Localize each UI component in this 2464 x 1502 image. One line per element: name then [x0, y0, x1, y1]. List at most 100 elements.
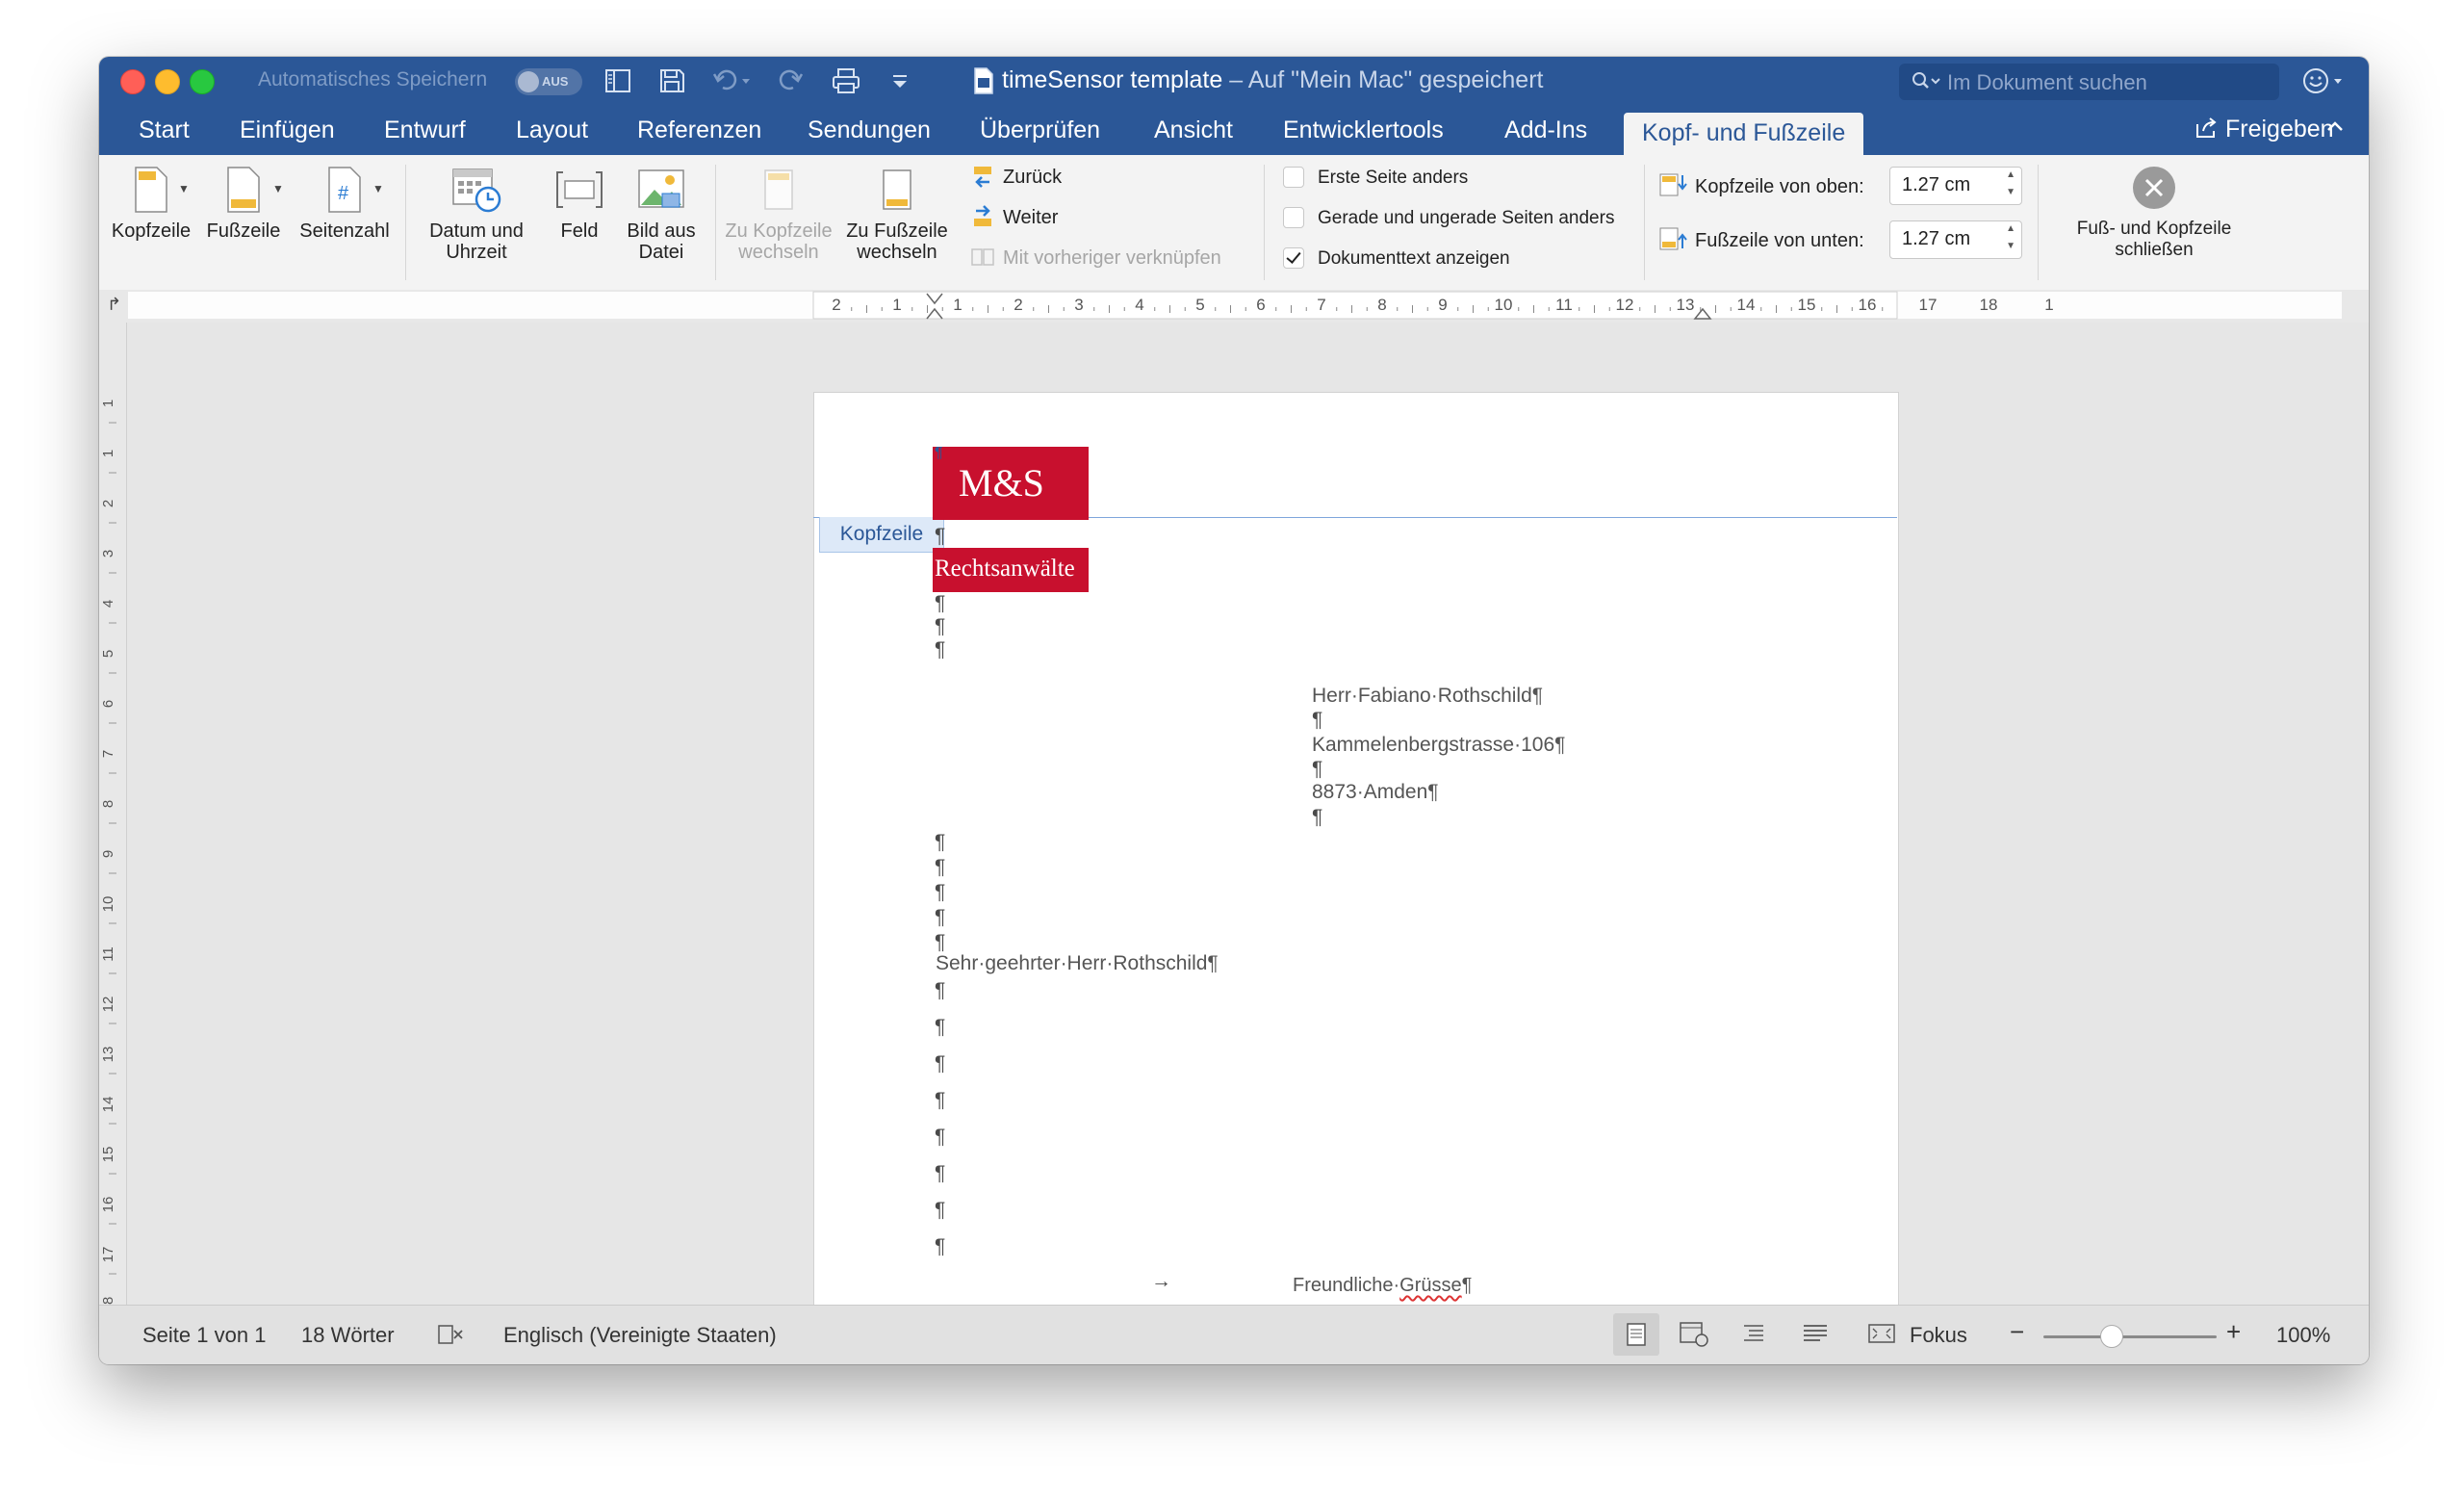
print-icon[interactable] [831, 66, 861, 95]
tab-einfuegen[interactable]: Einfügen [240, 117, 335, 144]
tab-ansicht[interactable]: Ansicht [1154, 117, 1233, 144]
tab-entwicklertools[interactable]: Entwicklertools [1283, 117, 1444, 144]
zoom-level[interactable]: 100% [2276, 1323, 2330, 1348]
search-box[interactable] [1899, 64, 2279, 100]
zoom-slider-knob[interactable] [2100, 1325, 2123, 1348]
zoom-window-button[interactable] [190, 69, 215, 94]
logo-ms[interactable]: M&S [933, 447, 1089, 520]
tab-ueberpruefen[interactable]: Überprüfen [980, 117, 1100, 144]
close-window-button[interactable] [120, 69, 145, 94]
page-number-button[interactable]: # Seitenzahl [292, 165, 398, 242]
salutation[interactable]: Sehr·geehrter·Herr·Rothschild¶ [936, 952, 1219, 975]
odd-even-different-checkbox[interactable]: Gerade und ungerade Seiten anders [1283, 207, 1614, 229]
pilcrow: ¶ [935, 638, 946, 660]
next-label: Weiter [1003, 207, 1059, 228]
search-input[interactable] [1945, 67, 2267, 98]
address-street[interactable]: Kammelenbergstrasse·106¶ [1312, 734, 1565, 757]
page-number-dropdown-icon[interactable]: ▼ [372, 182, 384, 195]
logo-rechtsanwaelte[interactable]: Rechtsanwälte [933, 548, 1089, 592]
proofing-icon[interactable] [436, 1323, 465, 1352]
vertical-ruler[interactable]: 1 1 2 3 4 5 6 7 8 9 10 11 12 13 14 15 16 17 18 [99, 323, 127, 1305]
feedback-smiley-icon[interactable] [2301, 65, 2349, 102]
collapse-ribbon-icon[interactable] [2325, 118, 2345, 139]
share-label: Freigeben [2225, 116, 2334, 142]
tab-layout[interactable]: Layout [516, 117, 588, 144]
header-from-top-stepper[interactable]: ▲▼ [1889, 167, 2022, 205]
goto-footer-button[interactable]: Zu Fußzeile wechseln [838, 165, 956, 263]
stepper-down-icon[interactable]: ▼ [2006, 187, 2015, 197]
footer-button[interactable]: Fußzeile [199, 165, 288, 242]
tab-start[interactable]: Start [139, 117, 190, 144]
outline-view-button[interactable] [1740, 1319, 1769, 1353]
tab-arrow: → [1151, 1270, 1171, 1292]
focus-mode-button[interactable] [1866, 1319, 1897, 1348]
stepper-down-icon[interactable]: ▼ [2006, 241, 2015, 251]
close-header-footer-button[interactable]: Fuß- und Kopfzeile schließen [2053, 163, 2255, 261]
checkbox-box[interactable] [1283, 167, 1304, 188]
show-document-text-checkbox[interactable]: Dokumenttext anzeigen [1283, 247, 1510, 270]
close-header-footer-label-2: schließen [2115, 240, 2194, 260]
tab-sendungen[interactable]: Sendungen [808, 117, 931, 144]
header-dropdown-icon[interactable]: ▼ [178, 182, 190, 195]
address-name[interactable]: Herr·Fabiano·Rothschild¶ [1312, 685, 1543, 708]
next-button[interactable]: Weiter [970, 205, 1058, 229]
zoom-slider-track[interactable] [2043, 1335, 2217, 1338]
vertical-ruler-label: 4 [100, 600, 116, 608]
ruler-label: 10 [1495, 296, 1513, 314]
focus-label[interactable]: Fokus [1910, 1323, 1967, 1348]
header-from-top-input[interactable] [1900, 173, 1992, 197]
previous-button[interactable]: Zurück [970, 165, 1062, 189]
checkbox-box-checked[interactable] [1283, 247, 1304, 269]
page-count[interactable]: Seite 1 von 1 [142, 1323, 266, 1348]
field-button[interactable]: Feld [546, 165, 613, 242]
date-time-button[interactable]: Datum und Uhrzeit [419, 165, 534, 263]
field-label: Feld [560, 220, 599, 242]
language[interactable]: Englisch (Vereinigte Staaten) [503, 1323, 777, 1348]
goto-header-button[interactable]: Zu Kopfzeile wechseln [721, 165, 836, 263]
tab-entwurf[interactable]: Entwurf [384, 117, 466, 144]
sidebar-toggle-icon[interactable] [603, 66, 632, 95]
undo-icon[interactable] [711, 66, 754, 95]
picture-from-file-button[interactable]: Bild aus Datei [615, 165, 707, 263]
footer-from-bottom-label: Fußzeile von unten: [1658, 226, 1864, 252]
minimize-window-button[interactable] [155, 69, 180, 94]
draft-view-button[interactable] [1801, 1319, 1830, 1353]
first-page-different-checkbox[interactable]: Erste Seite anders [1283, 167, 1468, 189]
pilcrow: ¶ [935, 856, 946, 878]
link-to-previous-button[interactable]: Mit vorheriger verknüpfen [970, 246, 1221, 270]
tab-referenzen[interactable]: Referenzen [637, 117, 761, 144]
tab-add-ins[interactable]: Add-Ins [1504, 117, 1587, 144]
web-layout-view-button[interactable] [1678, 1319, 1710, 1353]
save-icon[interactable] [657, 66, 686, 95]
stepper-up-icon[interactable]: ▲ [2006, 223, 2015, 234]
address-city[interactable]: 8873·Amden¶ [1312, 781, 1439, 804]
document-page[interactable] [813, 392, 1899, 1307]
pilcrow: ¶ [935, 525, 946, 547]
close-circle-icon [2133, 167, 2175, 209]
link-to-previous-label: Mit vorheriger verknüpfen [1003, 247, 1221, 269]
zoom-in-button[interactable]: + [2226, 1317, 2241, 1347]
autosave-toggle[interactable]: AUS [515, 68, 582, 95]
footer-dropdown-icon[interactable]: ▼ [272, 182, 284, 195]
toggle-knob [518, 71, 539, 92]
zoom-out-button[interactable]: − [2010, 1317, 2024, 1347]
footer-position-icon [1659, 227, 1687, 250]
share-button[interactable]: Freigeben [2194, 116, 2334, 143]
checkbox-box[interactable] [1283, 207, 1304, 228]
horizontal-ruler[interactable]: ↱ 2 1 1 2 3 4 5 6 7 8 9 10 11 12 13 14 15 16 17 18 1 [99, 290, 2369, 324]
ruler-label: 14 [1737, 296, 1756, 314]
stepper-up-icon[interactable]: ▲ [2006, 169, 2015, 180]
closing[interactable]: Freundliche·Grüsse¶ [1293, 1274, 1472, 1297]
footer-from-bottom-stepper[interactable]: ▲▼ [1889, 220, 2022, 259]
vertical-ruler-label: 3 [100, 550, 116, 557]
customize-toolbar-icon[interactable] [888, 66, 911, 95]
pilcrow: ¶ [1312, 709, 1323, 731]
tab-kopf-und-fusszeile[interactable]: Kopf- und Fußzeile [1624, 113, 1864, 156]
word-count[interactable]: 18 Wörter [301, 1323, 395, 1348]
footer-from-bottom-input[interactable] [1900, 227, 1992, 251]
header-button[interactable]: Kopfzeile [107, 165, 195, 242]
first-page-different-label: Erste Seite anders [1318, 168, 1469, 188]
ruler-scale: 2 1 1 2 3 4 5 6 7 8 9 10 11 12 13 14 15 16 17 18 1 [812, 291, 2054, 320]
redo-icon[interactable] [777, 66, 806, 95]
print-layout-view-button[interactable] [1613, 1313, 1659, 1356]
